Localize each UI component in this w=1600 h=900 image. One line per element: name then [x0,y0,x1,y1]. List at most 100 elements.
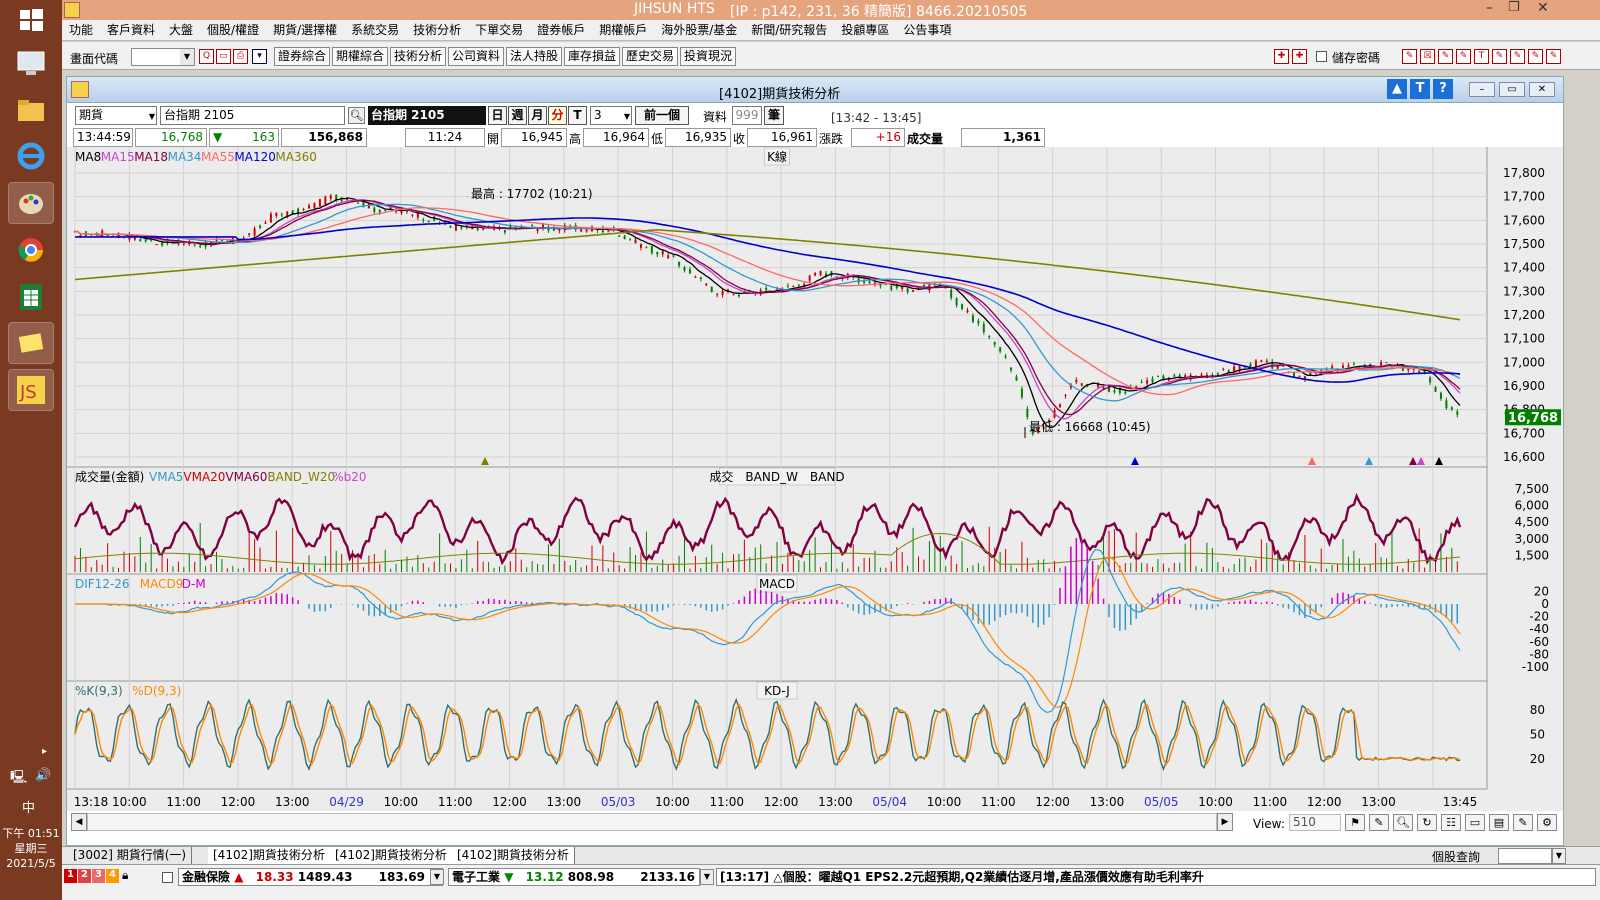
tool-icon-6[interactable]: ✎ [1492,49,1507,64]
chrome-icon[interactable] [9,230,53,270]
eraser-icon[interactable]: ✎ [1369,814,1389,831]
close-icon[interactable]: ✕ [1537,0,1549,16]
menu-item-12[interactable]: 投顧專區 [834,20,896,41]
tab-2[interactable]: [4102]期貨技術分析 [330,847,453,864]
menu-item-6[interactable]: 技術分析 [406,20,468,41]
lock-icon[interactable]: 🔒︎ [122,868,128,883]
menu-item-5[interactable]: 系統交易 [344,20,406,41]
quick-button-5[interactable]: 庫存損益 [564,47,621,66]
network-icon[interactable]: 🖳 [10,768,27,790]
app-titlebar: JIHSUN HTS [IP : p142, 231, 36 精簡版] 8466… [62,0,1600,20]
chevron-down-icon[interactable]: ▼ [180,49,194,65]
screen-code-input[interactable]: ▼ [131,48,195,66]
candle-body [884,284,887,286]
tab-3[interactable]: [4102]期貨技術分析 [452,847,575,864]
jihsun-hts-icon[interactable]: JS [8,369,54,411]
menu-item-9[interactable]: 期權帳戶 [592,20,654,41]
menu-item-8[interactable]: 證券帳戶 [530,20,592,41]
candle-body [101,230,104,237]
flag2-icon[interactable]: ✚ [1292,49,1307,64]
high-note: 最高 : 17702 (10:21) [471,186,593,201]
windows-start-icon[interactable] [9,0,53,40]
candle-body [1265,360,1268,363]
ticker-checkbox[interactable] [162,872,173,883]
tray-expand-icon[interactable]: ▸ [42,746,47,757]
zoom-icon[interactable]: 🔍︎ [1393,814,1413,831]
save-password-checkbox[interactable] [1316,51,1327,62]
tool-icon-7[interactable]: ✎ [1510,49,1525,64]
quick-button-4[interactable]: 法人持股 [506,47,563,66]
sector1-change: 18.33 [255,870,294,884]
menu-item-13[interactable]: 公告事項 [896,20,958,41]
refresh-icon[interactable]: ↻ [1417,814,1437,831]
menu-item-0[interactable]: 功能 [62,20,100,41]
volume-icon[interactable]: 🔊 [35,768,51,783]
settings-list-icon[interactable]: ☷ [1441,814,1461,831]
tool-icon-2[interactable]: ☒ [1420,49,1435,64]
minimize-icon[interactable]: – [1486,0,1493,16]
internet-explorer-icon[interactable] [9,136,53,176]
chart-scrollbar[interactable] [87,813,1217,831]
ime-indicator[interactable]: 中 [22,797,35,816]
stock-query-input[interactable] [1498,848,1552,864]
menu-item-10[interactable]: 海外股票/基金 [654,20,744,41]
window-icon[interactable]: ▭ [1465,814,1485,831]
candle-body [1113,390,1116,393]
scroll-left-icon[interactable]: ◀ [71,813,87,831]
pin-icon[interactable]: ⚑ [1345,814,1365,831]
pencil-icon[interactable]: ✎ [1513,814,1533,831]
chevron-down-icon[interactable]: ▼ [1552,848,1566,864]
menu-item-4[interactable]: 期貨/選擇權 [266,20,344,41]
folder-icon[interactable] [9,90,53,130]
page-3-icon[interactable]: 3 [92,869,105,883]
quick-button-1[interactable]: 期權綜合 [332,47,389,66]
quick-button-3[interactable]: 公司資料 [448,47,505,66]
page-4-icon[interactable]: 4 [106,869,119,883]
vol-y-tick: 3,000 [1515,532,1549,546]
search-icon[interactable]: Q [199,49,214,64]
quick-button-7[interactable]: 投資現況 [680,47,737,66]
paint-icon[interactable] [8,182,54,224]
menu-item-2[interactable]: 大盤 [162,20,200,41]
menu-item-3[interactable]: 個股/權證 [200,20,266,41]
candle-body [346,198,349,201]
tool-icon-8[interactable]: ✎ [1528,49,1543,64]
tool-icon-4[interactable]: ✎ [1456,49,1471,64]
tab-0[interactable]: [3002] 期貨行情(一) [68,847,193,864]
gear-icon[interactable]: ⚙ [1537,814,1557,831]
tab-1[interactable]: [4102]期貨技術分析 [208,847,331,864]
page-2-icon[interactable]: 2 [78,869,91,883]
candle-body [182,243,185,245]
dropdown-icon[interactable]: ▾ [252,49,267,64]
quick-button-2[interactable]: 技術分析 [390,47,447,66]
menu-item-11[interactable]: 新聞/研究報告 [744,20,834,41]
menu-item-7[interactable]: 下單交易 [468,20,530,41]
quick-button-0[interactable]: 證券綜合 [274,47,331,66]
spreadsheet-icon[interactable] [9,277,53,317]
window-icon[interactable]: ▭ [216,49,231,64]
restore-icon[interactable]: ❐ [1508,0,1520,15]
page-1-icon[interactable]: 1 [64,869,77,883]
quick-button-6[interactable]: 歷史交易 [622,47,679,66]
chevron-down-icon[interactable]: ▼ [430,869,444,885]
technical-chart[interactable]: 17,800 17,700 17,600 17,500 17,400 17,300 17,2… [67,77,1563,845]
tool-icon-5[interactable]: T [1474,49,1489,64]
news-ticker[interactable]: [13:17] △個股：曜越Q1 EPS2.2元超預期,Q2業績估逐月增,產品漲… [716,868,1596,886]
grid-icon[interactable]: ▤ [1489,814,1509,831]
candle-body [618,235,621,237]
scroll-right-icon[interactable]: ▶ [1217,813,1233,831]
tool-icon-3[interactable]: ✎ [1438,49,1453,64]
tool-icon-1[interactable]: ✎ [1402,49,1417,64]
x-tick-label: 10:00 [1198,795,1233,809]
clock[interactable]: 下午 01:51 星期三 2021/5/5 [0,826,62,871]
print-icon[interactable]: ⎙ [233,49,248,64]
notes-app-icon[interactable] [8,322,54,364]
view-label: View: [1253,817,1285,831]
candle-body [1216,373,1219,375]
computer-icon[interactable] [9,43,53,83]
view-value[interactable]: 510 [1289,814,1341,831]
chevron-down-icon[interactable]: ▼ [700,869,714,885]
tool-icon-9[interactable]: ✎ [1546,49,1561,64]
flag-icon[interactable]: ✚ [1274,49,1289,64]
menu-item-1[interactable]: 客戶資料 [100,20,162,41]
